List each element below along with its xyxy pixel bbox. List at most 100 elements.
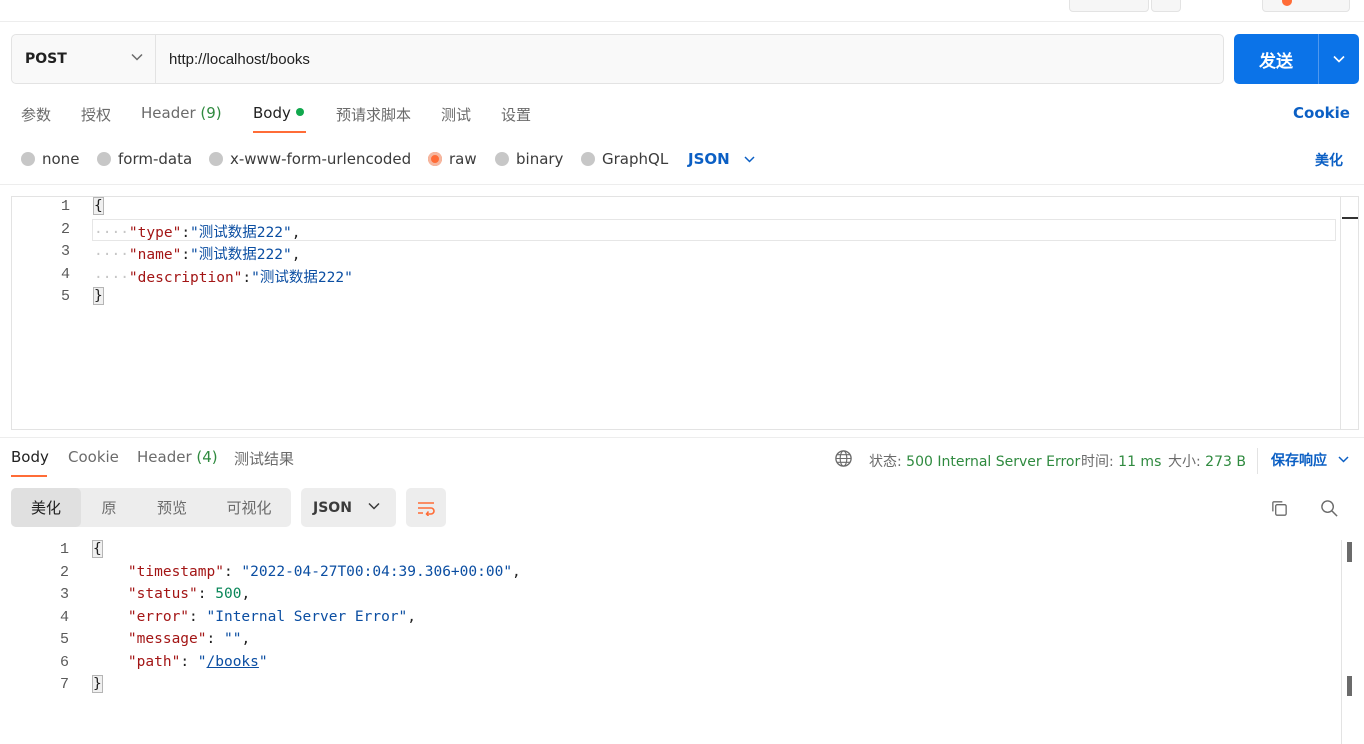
- radio-circle-icon: [97, 152, 111, 166]
- time-label: 时间:: [1081, 454, 1114, 470]
- method-select[interactable]: POST: [12, 35, 156, 83]
- view-raw[interactable]: 原: [81, 488, 137, 527]
- response-format-label: JSON: [313, 499, 352, 516]
- tab-tests[interactable]: 测试: [441, 104, 471, 125]
- line-text: "status": 500,: [93, 586, 250, 602]
- json-separator: :: [206, 631, 224, 647]
- json-separator: :: [181, 247, 191, 263]
- code-line: 1{: [12, 197, 1358, 220]
- indent: ····: [94, 247, 129, 263]
- active-tab-underline: [253, 131, 306, 133]
- body-format-label: JSON: [688, 150, 730, 168]
- request-tabs: 参数 授权 Header (9) Body 预请求脚本 测试 设置 Cookie: [0, 100, 1364, 134]
- scrollbar-thumb[interactable]: [1347, 676, 1352, 696]
- send-button[interactable]: 发送: [1234, 34, 1318, 84]
- scrollbar-marker: [1342, 217, 1358, 219]
- chevron-down-icon: [744, 155, 755, 163]
- line-number: 1: [60, 198, 70, 215]
- line-number: 3: [60, 243, 70, 260]
- copy-icon: [1271, 500, 1287, 516]
- request-body-editor[interactable]: 1{2 ····"type":"测试数据222", 3 ····"name":"测试数…: [11, 196, 1359, 430]
- tab-auth[interactable]: 授权: [81, 104, 111, 125]
- header-control-dropdown[interactable]: [1151, 0, 1181, 12]
- wrap-lines-icon: [418, 501, 435, 516]
- viewer-scrollbar-track[interactable]: [1341, 540, 1342, 744]
- json-key: "type": [128, 224, 182, 241]
- radio-graphql[interactable]: GraphQL: [581, 150, 668, 168]
- url-bar: POST http://localhost/books: [11, 34, 1224, 84]
- copy-button[interactable]: [1268, 497, 1290, 519]
- response-body-viewer[interactable]: 1{2 "timestamp": "2022-04-27T00:04:39.30…: [11, 540, 1359, 744]
- status-value: 500 Internal Server Error: [906, 454, 1081, 470]
- response-view-toggle: 美化 原 预览 可视化: [11, 488, 291, 527]
- body-format-select[interactable]: JSON: [688, 150, 755, 168]
- tab-headers[interactable]: Header (9): [141, 104, 222, 122]
- json-separator: :: [189, 608, 207, 625]
- divider: [0, 437, 1364, 438]
- response-tab-cookie[interactable]: Cookie: [68, 448, 119, 466]
- view-visualize[interactable]: 可视化: [207, 488, 291, 527]
- brace: {: [92, 540, 103, 558]
- line-number: 3: [59, 586, 69, 603]
- globe-icon[interactable]: [834, 449, 853, 468]
- scrollbar-thumb[interactable]: [1347, 542, 1352, 562]
- top-header-strip: [0, 0, 1364, 22]
- cookie-link[interactable]: Cookie: [1293, 104, 1350, 122]
- view-preview[interactable]: 预览: [137, 488, 207, 527]
- wrap-lines-button[interactable]: [406, 488, 446, 527]
- size-value: 273 B: [1205, 454, 1246, 470]
- active-tab-underline: [11, 475, 47, 477]
- json-separator: :: [181, 224, 191, 241]
- tab-settings[interactable]: 设置: [501, 104, 531, 125]
- header-control[interactable]: [1069, 0, 1149, 12]
- json-key: "timestamp": [127, 563, 224, 580]
- body-set-indicator-icon: [295, 108, 304, 116]
- beautify-link[interactable]: 美化: [1315, 150, 1343, 170]
- radio-urlencoded[interactable]: x-www-form-urlencoded: [209, 150, 411, 168]
- line-text: "timestamp": "2022-04-27T00:04:39.306+00…: [93, 564, 521, 580]
- size-label: 大小:: [1168, 454, 1201, 470]
- line-text: "error": "Internal Server Error",: [93, 609, 416, 625]
- json-value: "测试数据222": [251, 269, 353, 286]
- radio-circle-icon: [21, 152, 35, 166]
- search-button[interactable]: [1318, 497, 1340, 519]
- header-control-right[interactable]: [1262, 0, 1350, 12]
- radio-binary[interactable]: binary: [495, 150, 563, 168]
- radio-form-data[interactable]: form-data: [97, 150, 192, 168]
- response-status[interactable]: 状态: 500 Internal Server Error: [869, 451, 1080, 471]
- search-icon: [1320, 499, 1338, 517]
- send-options-button[interactable]: [1318, 34, 1359, 84]
- line-number: 5: [59, 631, 69, 648]
- response-format-select[interactable]: JSON: [301, 488, 396, 527]
- json-quote: ": [258, 653, 268, 670]
- tab-body[interactable]: Body: [253, 104, 304, 122]
- radio-none[interactable]: none: [21, 150, 79, 168]
- chevron-down-icon: [368, 502, 380, 510]
- chevron-down-icon: [1333, 55, 1345, 63]
- line-text: {: [92, 540, 103, 558]
- radio-raw[interactable]: raw: [428, 150, 477, 168]
- editor-scrollbar-track[interactable]: [1340, 197, 1341, 429]
- response-tab-test-results[interactable]: 测试结果: [234, 448, 294, 469]
- code-line: 5 "message": "",: [11, 631, 1359, 653]
- tab-params[interactable]: 参数: [21, 104, 51, 125]
- response-tabs: Body Cookie Header (4) 测试结果 状态: 500 Inte…: [0, 446, 1364, 478]
- line-text: }: [93, 287, 104, 305]
- tab-body-label: Body: [253, 104, 291, 122]
- response-tab-headers[interactable]: Header (4): [137, 448, 218, 466]
- response-time[interactable]: 时间: 11 ms: [1081, 451, 1161, 471]
- response-size[interactable]: 大小: 273 B: [1168, 451, 1246, 471]
- url-input[interactable]: http://localhost/books: [156, 35, 1223, 83]
- radio-circle-icon: [581, 152, 595, 166]
- brace: }: [93, 287, 104, 305]
- json-comma: ,: [241, 586, 251, 602]
- save-response-label: 保存响应: [1271, 453, 1327, 469]
- view-pretty[interactable]: 美化: [11, 488, 81, 527]
- line-text: ····"description":"测试数据222": [94, 266, 353, 287]
- response-tab-body[interactable]: Body: [11, 448, 49, 466]
- tab-prerequest-script[interactable]: 预请求脚本: [336, 104, 411, 125]
- save-response-button[interactable]: 保存响应: [1271, 450, 1349, 470]
